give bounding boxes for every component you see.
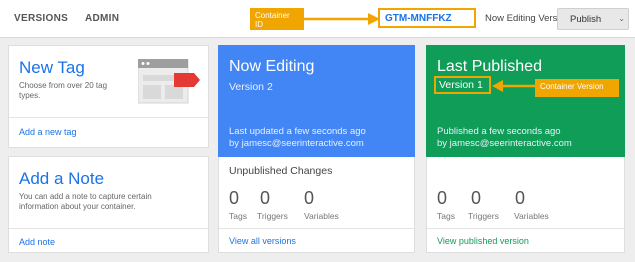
divider — [9, 228, 208, 229]
container-id[interactable]: GTM-MNFFKZ — [385, 13, 452, 24]
unpublished-variables-label: Variables — [304, 211, 339, 221]
unpublished-tags-label: Tags — [229, 211, 247, 221]
published-triggers-count: 0 — [471, 188, 482, 208]
last-published-by: by jamesc@seerinteractive.com — [437, 138, 572, 149]
nav-admin[interactable]: ADMIN — [85, 13, 119, 24]
add-note-title: Add a Note — [19, 169, 105, 188]
divider — [219, 228, 414, 229]
add-note-link[interactable]: Add note — [19, 237, 55, 247]
view-published-version-link[interactable]: View published version — [437, 236, 529, 246]
unpublished-variables-count: 0 — [304, 188, 315, 208]
published-tags-label: Tags — [437, 211, 455, 221]
divider — [9, 117, 208, 118]
unpublished-triggers-count: 0 — [260, 188, 271, 208]
container-id-annotation: Container ID — [250, 8, 304, 30]
add-note-description: You can add a note to capture certain in… — [19, 192, 152, 211]
add-new-tag-link[interactable]: Add a new tag — [19, 127, 77, 137]
nav-versions[interactable]: VERSIONS — [14, 13, 68, 24]
last-published-time: Published a few seconds ago — [437, 126, 561, 137]
new-tag-title: New Tag — [19, 58, 85, 77]
unpublished-changes-card: Unpublished Changes 0 Tags 0 Triggers 0 … — [218, 157, 415, 253]
new-tag-card: New Tag Choose from over 20 tag types. A… — [8, 45, 209, 148]
publish-label: Publish — [570, 13, 602, 25]
new-tag-description: Choose from over 20 tag types. — [19, 81, 108, 100]
left-arrow-icon — [492, 80, 536, 92]
publish-button[interactable]: Publish ⌄ — [557, 8, 629, 30]
unpublished-title: Unpublished Changes — [229, 165, 333, 177]
divider — [427, 228, 624, 229]
published-variables-label: Variables — [514, 211, 549, 221]
last-published-version: Version 1 — [439, 79, 483, 91]
last-published-counts-card: 0 Tags 0 Triggers 0 Variables View publi… — [426, 157, 625, 253]
chevron-down-icon: ⌄ — [618, 14, 625, 23]
right-arrow-icon — [304, 13, 380, 25]
last-published-title: Last Published — [437, 58, 542, 75]
now-editing-card: Now Editing Version 2 Last updated a few… — [218, 45, 415, 157]
unpublished-triggers-label: Triggers — [257, 211, 288, 221]
now-editing-title: Now Editing — [229, 58, 315, 75]
now-editing-version-label: Version 2 — [229, 81, 273, 93]
published-triggers-label: Triggers — [468, 211, 499, 221]
view-all-versions-link[interactable]: View all versions — [229, 236, 296, 246]
published-tags-count: 0 — [437, 188, 448, 208]
add-note-card: Add a Note You can add a note to capture… — [8, 156, 209, 253]
tag-illustration-icon — [138, 59, 200, 104]
now-editing-updated: Last updated a few seconds ago — [229, 126, 366, 137]
top-bar: VERSIONS ADMIN Container ID GTM-MNFFKZ N… — [0, 0, 635, 38]
unpublished-tags-count: 0 — [229, 188, 240, 208]
container-version-annotation: Container Version — [535, 79, 619, 97]
published-variables-count: 0 — [515, 188, 526, 208]
now-editing-by: by jamesc@seerinteractive.com — [229, 138, 364, 149]
last-published-card: Last Published Published a few seconds a… — [426, 45, 625, 157]
